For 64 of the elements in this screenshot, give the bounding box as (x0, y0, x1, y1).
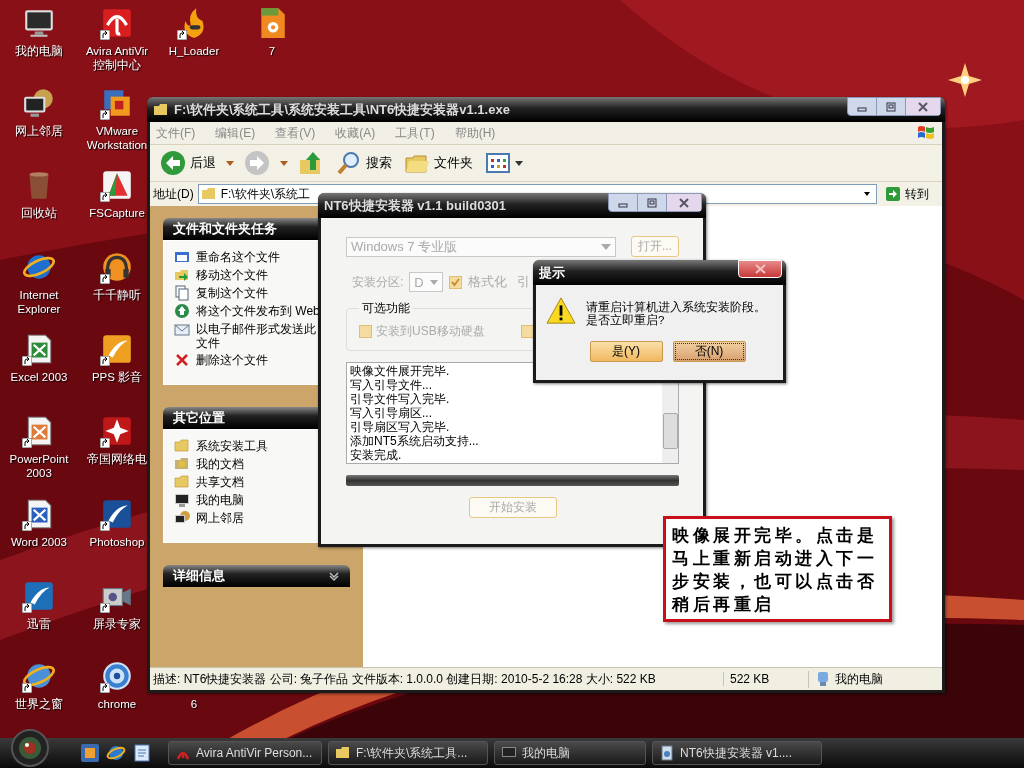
option-label: 引 (517, 273, 531, 291)
desktop-icon-label[interactable]: chrome (97, 697, 137, 711)
desktop-icon-label[interactable]: 7 (268, 44, 276, 58)
log-line: 安装完成. (350, 448, 403, 462)
status-text: 描述: NT6快捷安装器 公司: 兔子作品 文件版本: 1.0.0.0 创建日期: 2010-5-2 16:28 大小: 522 KB (152, 670, 657, 688)
log-line: 写入引导扇区... (350, 406, 433, 420)
desktop-icon-label[interactable]: 世界之窗 (15, 697, 63, 711)
dialog-button[interactable]: 是(Y) (589, 341, 663, 362)
task-link[interactable]: 移动这个文件 (196, 267, 320, 282)
desktop-icon-label[interactable]: 帝国网络电 (87, 452, 147, 466)
desktop-icon-label[interactable]: PowerPoint 2003 (5, 452, 73, 480)
dialog-message: 是否立即重启? (586, 314, 666, 327)
task-link[interactable]: 复制这个文件 (196, 285, 320, 300)
window-title: NT6快捷安装器 v1.1 build0301 (324, 196, 508, 215)
dialog-title: 提示 (539, 263, 566, 282)
status-location: 我的电脑 (835, 670, 883, 688)
desktop-icon-label[interactable]: 回收站 (21, 206, 57, 220)
task-link[interactable]: 删除这个文件 (196, 352, 320, 367)
desktop-icon-label[interactable]: VMware Workstation (83, 124, 151, 152)
group-title: 可选功能 (361, 300, 411, 317)
task-link[interactable]: 共享文档 (196, 474, 320, 489)
desktop-icon-label[interactable]: 网上邻居 (15, 124, 63, 138)
desktop-icon-label[interactable]: 屏录专家 (93, 617, 141, 631)
log-line: 映像文件展开完毕. (350, 364, 451, 378)
window-title: F:\软件夹\系统工具\系统安装工具\NT6快捷安装器v1.1.exe (174, 100, 511, 119)
task-link[interactable]: 我的文档 (196, 456, 320, 471)
folders-button[interactable]: 文件夹 (402, 148, 475, 178)
log-line: 写入引导文件... (350, 378, 433, 392)
desktop-icon-label[interactable]: Internet Explorer (5, 288, 73, 316)
dialog-button[interactable]: 否(N) (672, 341, 746, 362)
partition-label: 安装分区: (352, 273, 404, 291)
desktop-icon-label[interactable]: 迅雷 (27, 617, 51, 631)
desktop-icon-label[interactable]: H_Loader (168, 44, 220, 58)
log-line: 添加NT5系统启动支持... (350, 434, 480, 448)
task-link[interactable]: 以电子邮件形式发送此文件 (196, 321, 320, 350)
desktop-icon-label[interactable]: Word 2003 (10, 535, 67, 549)
task-link[interactable]: 我的电脑 (196, 492, 320, 507)
desktop-icon-label[interactable]: 千千静听 (93, 288, 141, 302)
log-line: 引导文件写入完毕. (350, 392, 451, 406)
desktop-icon-label[interactable]: 6 (190, 697, 198, 711)
desktop-icon-label[interactable]: Avira AntiVir 控制中心 (83, 44, 151, 72)
desktop-icon-label[interactable]: FSCapture (89, 206, 145, 220)
status-size: 522 KB (723, 672, 808, 686)
log-line: 引导扇区写入完毕. (350, 420, 451, 434)
go-button[interactable]: 转到 (881, 185, 939, 203)
search-button[interactable]: 搜索 (334, 148, 394, 178)
task-link[interactable]: 网上邻居 (196, 510, 320, 525)
taskbar-button[interactable]: 我的电脑 (494, 741, 646, 765)
checkbox-label: 安装到USB移动硬盘 (376, 323, 485, 340)
taskbar-button[interactable]: NT6快捷安装器 v1.... (652, 741, 822, 765)
taskbar-button[interactable]: Avira AntiVir Person... (168, 741, 322, 765)
desktop-icon-label[interactable]: Photoshop (89, 535, 145, 549)
panel-header[interactable]: 详细信息 (163, 565, 350, 587)
task-link[interactable]: 重命名这个文件 (196, 249, 320, 264)
desktop-icon-label[interactable]: Excel 2003 (10, 370, 68, 384)
annotation-callout: 映像展开完毕。点击是马上重新启动进入下一步安装，也可以点击否稍后再重启 (663, 516, 892, 622)
desktop-icon-label[interactable]: PPS 影音 (91, 370, 143, 384)
task-link[interactable]: 系统安装工具 (196, 438, 320, 453)
desktop-icon-label[interactable]: 我的电脑 (15, 44, 63, 58)
dialog-message: 请重启计算机进入系统安装阶段。 (586, 301, 766, 314)
checkbox-label: 格式化 (468, 273, 508, 291)
address-label: 地址(D) (153, 185, 194, 203)
back-button[interactable]: 后退 (158, 148, 218, 178)
taskbar-button[interactable]: F:\软件夹\系统工具... (328, 741, 488, 765)
